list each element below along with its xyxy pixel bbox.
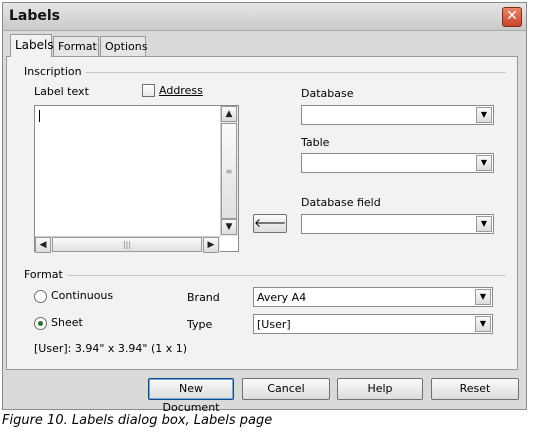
sheet-radio[interactable] <box>34 317 47 330</box>
format-group-label: Format <box>24 268 67 281</box>
close-icon: ✕ <box>506 8 518 24</box>
continuous-radio[interactable] <box>34 290 47 303</box>
address-checkbox[interactable] <box>142 84 155 97</box>
help-button[interactable]: Help <box>337 378 423 400</box>
tab-labels[interactable]: Labels <box>10 34 54 57</box>
chevron-down-icon: ▼ <box>225 222 233 232</box>
table-label: Table <box>301 136 330 149</box>
reset-button[interactable]: Reset <box>431 378 519 400</box>
chevron-right-icon: ▶ <box>207 240 215 250</box>
tab-format[interactable]: Format <box>53 36 99 56</box>
text-caret <box>39 110 40 122</box>
figure-caption: Figure 10. Labels dialog box, Labels pag… <box>2 413 273 428</box>
radio-selected-dot <box>38 321 43 326</box>
inscription-separator <box>76 72 506 73</box>
format-separator <box>64 275 506 276</box>
title-bar[interactable]: Labels ✕ <box>3 3 526 31</box>
help-label: Help <box>367 382 393 395</box>
scroll-up-button[interactable]: ▲ <box>221 106 237 122</box>
reset-label: Reset <box>459 382 491 395</box>
close-button[interactable]: ✕ <box>502 7 522 27</box>
database-field-label: Database field <box>301 196 381 209</box>
continuous-label: Continuous <box>51 289 114 302</box>
arrow-left-icon: 🡐 <box>254 216 287 230</box>
grip-icon: ≡ <box>225 167 233 176</box>
new-document-button[interactable]: New Document <box>148 378 234 414</box>
chevron-up-icon: ▲ <box>225 109 233 119</box>
label-size-info: [User]: 3.94" x 3.94" (1 x 1) <box>34 342 188 355</box>
type-select[interactable]: [User] ▼ <box>253 314 493 334</box>
type-label: Type <box>187 318 213 331</box>
horizontal-scrollbar[interactable]: ◀ ||| ▶ <box>35 236 220 253</box>
chevron-down-icon[interactable]: ▼ <box>475 289 491 305</box>
tab-format-label: Format <box>58 40 97 53</box>
database-select[interactable]: ▼ <box>301 105 494 125</box>
scroll-right-button[interactable]: ▶ <box>203 237 219 253</box>
database-label: Database <box>301 87 354 100</box>
chevron-left-icon: ◀ <box>39 240 47 250</box>
tab-options-label: Options <box>105 40 148 53</box>
database-field-select[interactable]: ▼ <box>301 214 494 234</box>
table-select[interactable]: ▼ <box>301 153 494 173</box>
brand-label: Brand <box>187 291 220 304</box>
address-label: Address <box>159 84 203 97</box>
chevron-down-icon[interactable]: ▼ <box>476 155 492 171</box>
brand-value: Avery A4 <box>257 291 307 304</box>
inscription-group-label: Inscription <box>24 65 86 78</box>
horizontal-scroll-thumb[interactable]: ||| <box>52 237 202 252</box>
scroll-down-button[interactable]: ▼ <box>221 219 237 235</box>
new-document-label: New Document <box>162 382 220 414</box>
label-text-label: Label text <box>34 85 89 98</box>
sheet-label: Sheet <box>51 316 83 329</box>
address-label-text: Address <box>159 84 203 97</box>
type-value: [User] <box>257 318 291 331</box>
tab-labels-label: Labels <box>15 38 54 52</box>
scroll-left-button[interactable]: ◀ <box>35 237 51 253</box>
chevron-down-icon[interactable]: ▼ <box>476 216 492 232</box>
tab-options[interactable]: Options <box>100 36 148 56</box>
vertical-scrollbar[interactable]: ▲ ≡ ▼ <box>220 106 238 236</box>
cancel-button[interactable]: Cancel <box>242 378 330 400</box>
chevron-down-icon[interactable]: ▼ <box>476 107 492 123</box>
brand-select[interactable]: Avery A4 ▼ <box>253 287 493 307</box>
vertical-scroll-thumb[interactable]: ≡ <box>221 123 237 219</box>
cancel-label: Cancel <box>267 382 305 395</box>
grip-icon: ||| <box>122 240 132 249</box>
chevron-down-icon[interactable]: ▼ <box>475 316 491 332</box>
label-text-area[interactable]: ▲ ≡ ▼ ◀ ||| ▶ <box>34 105 239 253</box>
dialog-title: Labels <box>9 8 61 24</box>
insert-field-button[interactable]: 🡐 <box>253 214 287 233</box>
